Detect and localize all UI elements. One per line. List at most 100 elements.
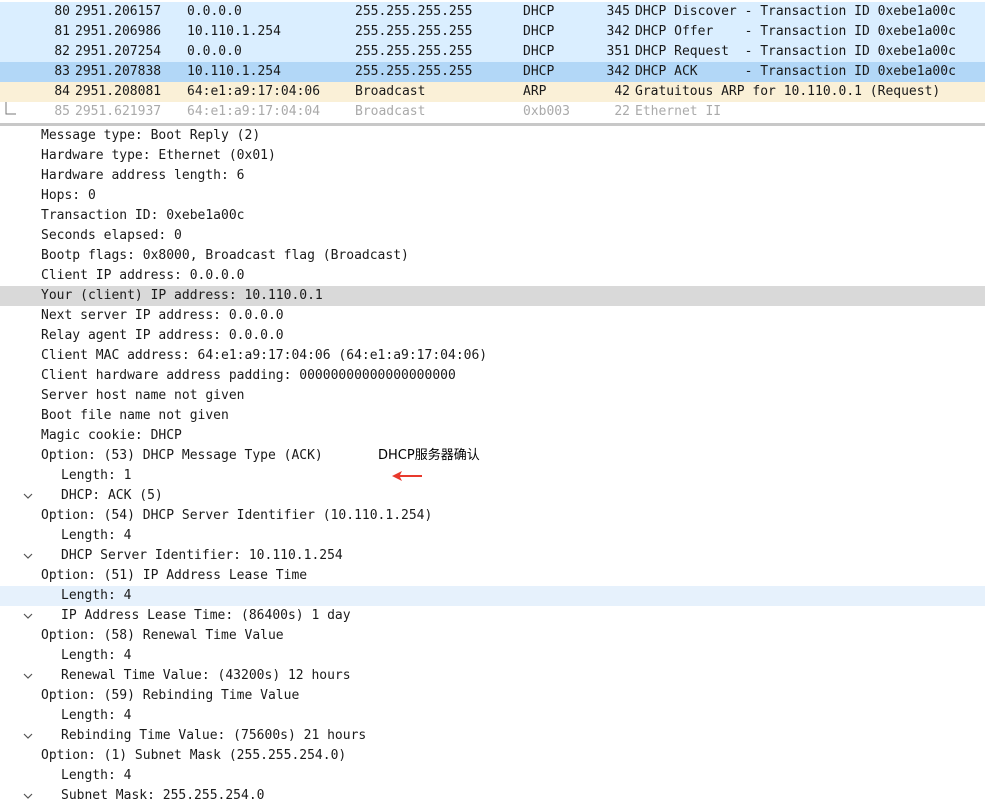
packet-info: DHCP Discover - Transaction ID 0xebe1a00… xyxy=(635,4,956,19)
detail-field-text: Option: (53) DHCP Message Type (ACK) xyxy=(41,448,323,463)
detail-field[interactable]: IP Address Lease Time: (86400s) 1 day xyxy=(0,606,985,626)
packet-length: 351 xyxy=(606,44,630,59)
detail-field-text: Hardware address length: 6 xyxy=(41,168,245,183)
detail-field-text: Option: (59) Rebinding Time Value xyxy=(41,688,300,703)
detail-field[interactable]: Subnet Mask: 255.255.254.0 xyxy=(0,786,985,806)
chevron-right-icon[interactable] xyxy=(20,246,36,301)
packet-protocol: 0xb003 xyxy=(523,104,570,119)
detail-field[interactable]: Transaction ID: 0xebe1a00c xyxy=(0,206,985,226)
detail-field-text: Option: (58) Renewal Time Value xyxy=(41,628,284,643)
detail-field[interactable]: Server host name not given xyxy=(0,386,985,406)
detail-field-text: Subnet Mask: 255.255.254.0 xyxy=(61,788,265,803)
detail-field[interactable]: Rebinding Time Value: (75600s) 21 hours xyxy=(0,726,985,746)
detail-field-text: Client hardware address padding: 0000000… xyxy=(41,368,456,383)
chevron-down-icon[interactable] xyxy=(20,566,36,619)
detail-field-text: Option: (54) DHCP Server Identifier (10.… xyxy=(41,508,433,523)
detail-field-text: DHCP: ACK (5) xyxy=(61,488,163,503)
packet-length: 345 xyxy=(606,4,630,19)
chevron-down-icon[interactable] xyxy=(20,746,36,799)
detail-field-text: Client MAC address: 64:e1:a9:17:04:06 (6… xyxy=(41,348,488,363)
detail-option-expanded[interactable]: Option: (1) Subnet Mask (255.255.254.0) xyxy=(0,746,985,799)
detail-field-text: Next server IP address: 0.0.0.0 xyxy=(41,308,284,323)
packet-info: Ethernet II xyxy=(635,104,722,119)
packet-number: 82 xyxy=(54,44,70,59)
detail-field[interactable]: Hops: 0 xyxy=(0,186,985,206)
detail-field-text: Magic cookie: DHCP xyxy=(41,428,182,443)
packet-length: 342 xyxy=(606,24,630,39)
detail-field-collapsed[interactable]: Bootp flags: 0x8000, Broadcast flag (Bro… xyxy=(0,246,985,301)
packet-destination: Broadcast xyxy=(355,104,426,119)
packet-time: 2951.621937 xyxy=(75,104,162,119)
detail-field[interactable]: Message type: Boot Reply (2) xyxy=(0,126,985,146)
detail-field[interactable]: Length: 4 xyxy=(0,766,985,786)
chevron-down-icon[interactable] xyxy=(20,626,36,679)
detail-field-text: IP Address Lease Time: (86400s) 1 day xyxy=(61,608,351,623)
chevron-down-icon[interactable] xyxy=(20,446,36,499)
packet-row[interactable]: 85 2951.621937 64:e1:a9:17:04:04 Broadca… xyxy=(0,102,985,120)
detail-field[interactable]: Hardware type: Ethernet (0x01) xyxy=(0,146,985,166)
packet-row[interactable]: 82 2951.207254 0.0.0.0 255.255.255.255 D… xyxy=(0,42,985,102)
detail-field-text: Your (client) IP address: 10.110.0.1 xyxy=(41,288,323,303)
packet-destination: Broadcast xyxy=(355,84,426,99)
packet-row[interactable]: 84 2951.208081 64:e1:a9:17:04:06 Broadca… xyxy=(0,82,985,102)
detail-field-text: Length: 4 xyxy=(61,528,132,543)
detail-field[interactable]: Hardware address length: 6 xyxy=(0,166,985,186)
packet-source: 10.110.1.254 xyxy=(187,24,281,39)
detail-field-hovered[interactable]: Length: 4 xyxy=(0,586,985,606)
detail-field-text: Length: 4 xyxy=(61,648,132,663)
packet-number: 85 xyxy=(54,104,70,119)
detail-field[interactable]: Relay agent IP address: 0.0.0.0 xyxy=(0,326,985,346)
detail-field-text: Hops: 0 xyxy=(41,188,96,203)
detail-option-expanded[interactable]: Option: (59) Rebinding Time Value xyxy=(0,686,985,739)
chevron-down-icon[interactable] xyxy=(20,686,36,739)
detail-field-text: Hardware type: Ethernet (0x01) xyxy=(41,148,276,163)
detail-field-text: Length: 1 xyxy=(61,468,132,483)
detail-field[interactable]: DHCP Server Identifier: 10.110.1.254 xyxy=(0,546,985,566)
detail-field[interactable]: Length: 4 xyxy=(0,526,985,546)
detail-field-text: Rebinding Time Value: (75600s) 21 hours xyxy=(61,728,367,743)
detail-field-text: Option: (1) Subnet Mask (255.255.254.0) xyxy=(41,748,347,763)
detail-field[interactable]: Magic cookie: DHCP xyxy=(0,426,985,446)
packet-time: 2951.207838 xyxy=(75,64,162,79)
packet-number: 81 xyxy=(54,24,70,39)
detail-field-text: Client IP address: 0.0.0.0 xyxy=(41,268,245,283)
chevron-down-icon[interactable] xyxy=(20,506,36,559)
packet-time: 2951.206157 xyxy=(75,4,162,19)
detail-field[interactable]: Length: 4 xyxy=(0,706,985,726)
detail-field[interactable]: Renewal Time Value: (43200s) 12 hours xyxy=(0,666,985,686)
packet-protocol: DHCP xyxy=(523,4,555,19)
detail-field[interactable]: Length: 4 xyxy=(0,646,985,666)
detail-field[interactable]: Client IP address: 0.0.0.0 xyxy=(0,266,985,286)
detail-field[interactable]: DHCP: ACK (5) xyxy=(0,486,985,506)
packet-destination: 255.255.255.255 xyxy=(355,44,473,59)
related-packet-bracket-icon xyxy=(0,22,24,82)
packet-time: 2951.208081 xyxy=(75,84,162,99)
detail-field-text: Option: (51) IP Address Lease Time xyxy=(41,568,308,583)
detail-field[interactable]: Next server IP address: 0.0.0.0 xyxy=(0,306,985,326)
packet-list: 80 2951.206157 0.0.0.0 255.255.255.255 D… xyxy=(0,0,985,120)
packet-time: 2951.207254 xyxy=(75,44,162,59)
detail-option-expanded[interactable]: Option: (51) IP Address Lease Time xyxy=(0,566,985,619)
packet-row[interactable]: 81 2951.206986 10.110.1.254 255.255.255.… xyxy=(0,22,985,82)
related-packet-bracket-icon xyxy=(0,62,24,115)
detail-field[interactable]: Client MAC address: 64:e1:a9:17:04:06 (6… xyxy=(0,346,985,366)
packet-destination: 255.255.255.255 xyxy=(355,4,473,19)
packet-row[interactable]: 80 2951.206157 0.0.0.0 255.255.255.255 D… xyxy=(0,2,985,22)
packet-protocol: DHCP xyxy=(523,64,555,79)
packet-length: 42 xyxy=(614,84,630,99)
detail-field-text: Length: 4 xyxy=(61,768,132,783)
detail-field-selected[interactable]: Your (client) IP address: 10.110.0.1 xyxy=(0,286,985,306)
detail-field[interactable]: Length: 1 xyxy=(0,466,985,486)
packet-destination: 255.255.255.255 xyxy=(355,24,473,39)
detail-field-text: Seconds elapsed: 0 xyxy=(41,228,182,243)
packet-source: 10.110.1.254 xyxy=(187,64,281,79)
detail-option-expanded[interactable]: Option: (58) Renewal Time Value xyxy=(0,626,985,679)
packet-info: Gratuitous ARP for 10.110.0.1 (Request) xyxy=(635,84,941,99)
detail-option-expanded[interactable]: Option: (53) DHCP Message Type (ACK) DHC… xyxy=(0,446,985,499)
packet-row-selected[interactable]: 83 2951.207838 10.110.1.254 255.255.255.… xyxy=(0,62,985,115)
detail-field[interactable]: Client hardware address padding: 0000000… xyxy=(0,366,985,386)
detail-field[interactable]: Seconds elapsed: 0 xyxy=(0,226,985,246)
detail-field[interactable]: Boot file name not given xyxy=(0,406,985,426)
detail-field-text: Transaction ID: 0xebe1a00c xyxy=(41,208,245,223)
detail-option-expanded[interactable]: Option: (54) DHCP Server Identifier (10.… xyxy=(0,506,985,559)
